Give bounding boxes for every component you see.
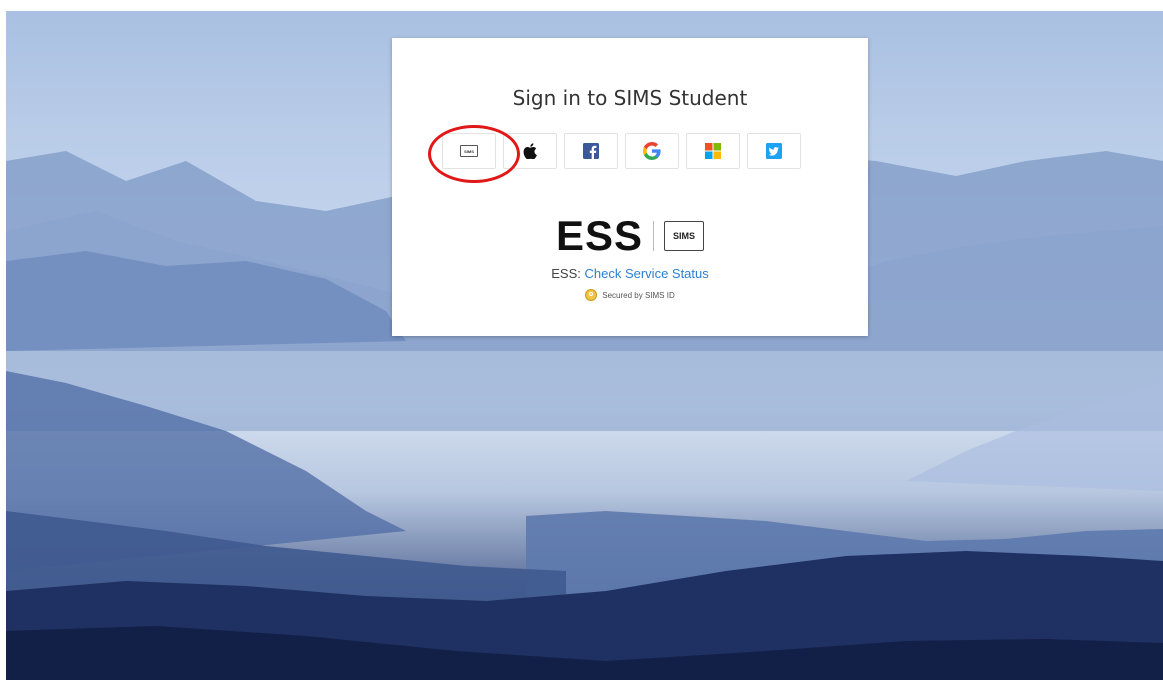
microsoft-icon — [705, 143, 721, 159]
provider-buttons: SIMS — [442, 133, 822, 169]
sims-sign-in-button[interactable]: SIMS — [442, 133, 496, 169]
apple-icon — [523, 143, 537, 159]
screen: Sign in to SIMS Student SIMS ESS SIMS ES… — [0, 0, 1163, 680]
status-prefix: ESS: — [551, 266, 581, 281]
twitter-icon — [766, 143, 782, 159]
facebook-icon — [583, 143, 599, 159]
apple-sign-in-button[interactable] — [503, 133, 557, 169]
lock-badge-icon — [585, 289, 598, 301]
secured-by-badge: Secured by SIMS ID — [392, 289, 868, 301]
microsoft-sign-in-button[interactable] — [686, 133, 740, 169]
secured-text: Secured by SIMS ID — [602, 290, 675, 300]
ess-sims-logo: ESS SIMS — [392, 215, 868, 257]
sims-icon: SIMS — [460, 145, 478, 157]
sign-in-title: Sign in to SIMS Student — [512, 86, 748, 110]
ess-wordmark: ESS — [555, 212, 644, 259]
twitter-sign-in-button[interactable] — [747, 133, 801, 169]
service-status-line: ESS: Check Service Status — [392, 266, 868, 281]
google-icon — [643, 142, 661, 160]
facebook-sign-in-button[interactable] — [564, 133, 618, 169]
logo-divider — [653, 221, 655, 251]
sign-in-card: Sign in to SIMS Student SIMS ESS SIMS ES… — [392, 38, 868, 336]
google-sign-in-button[interactable] — [625, 133, 679, 169]
check-service-status-link[interactable]: Check Service Status — [584, 266, 708, 281]
sims-logo: SIMS — [664, 221, 705, 251]
